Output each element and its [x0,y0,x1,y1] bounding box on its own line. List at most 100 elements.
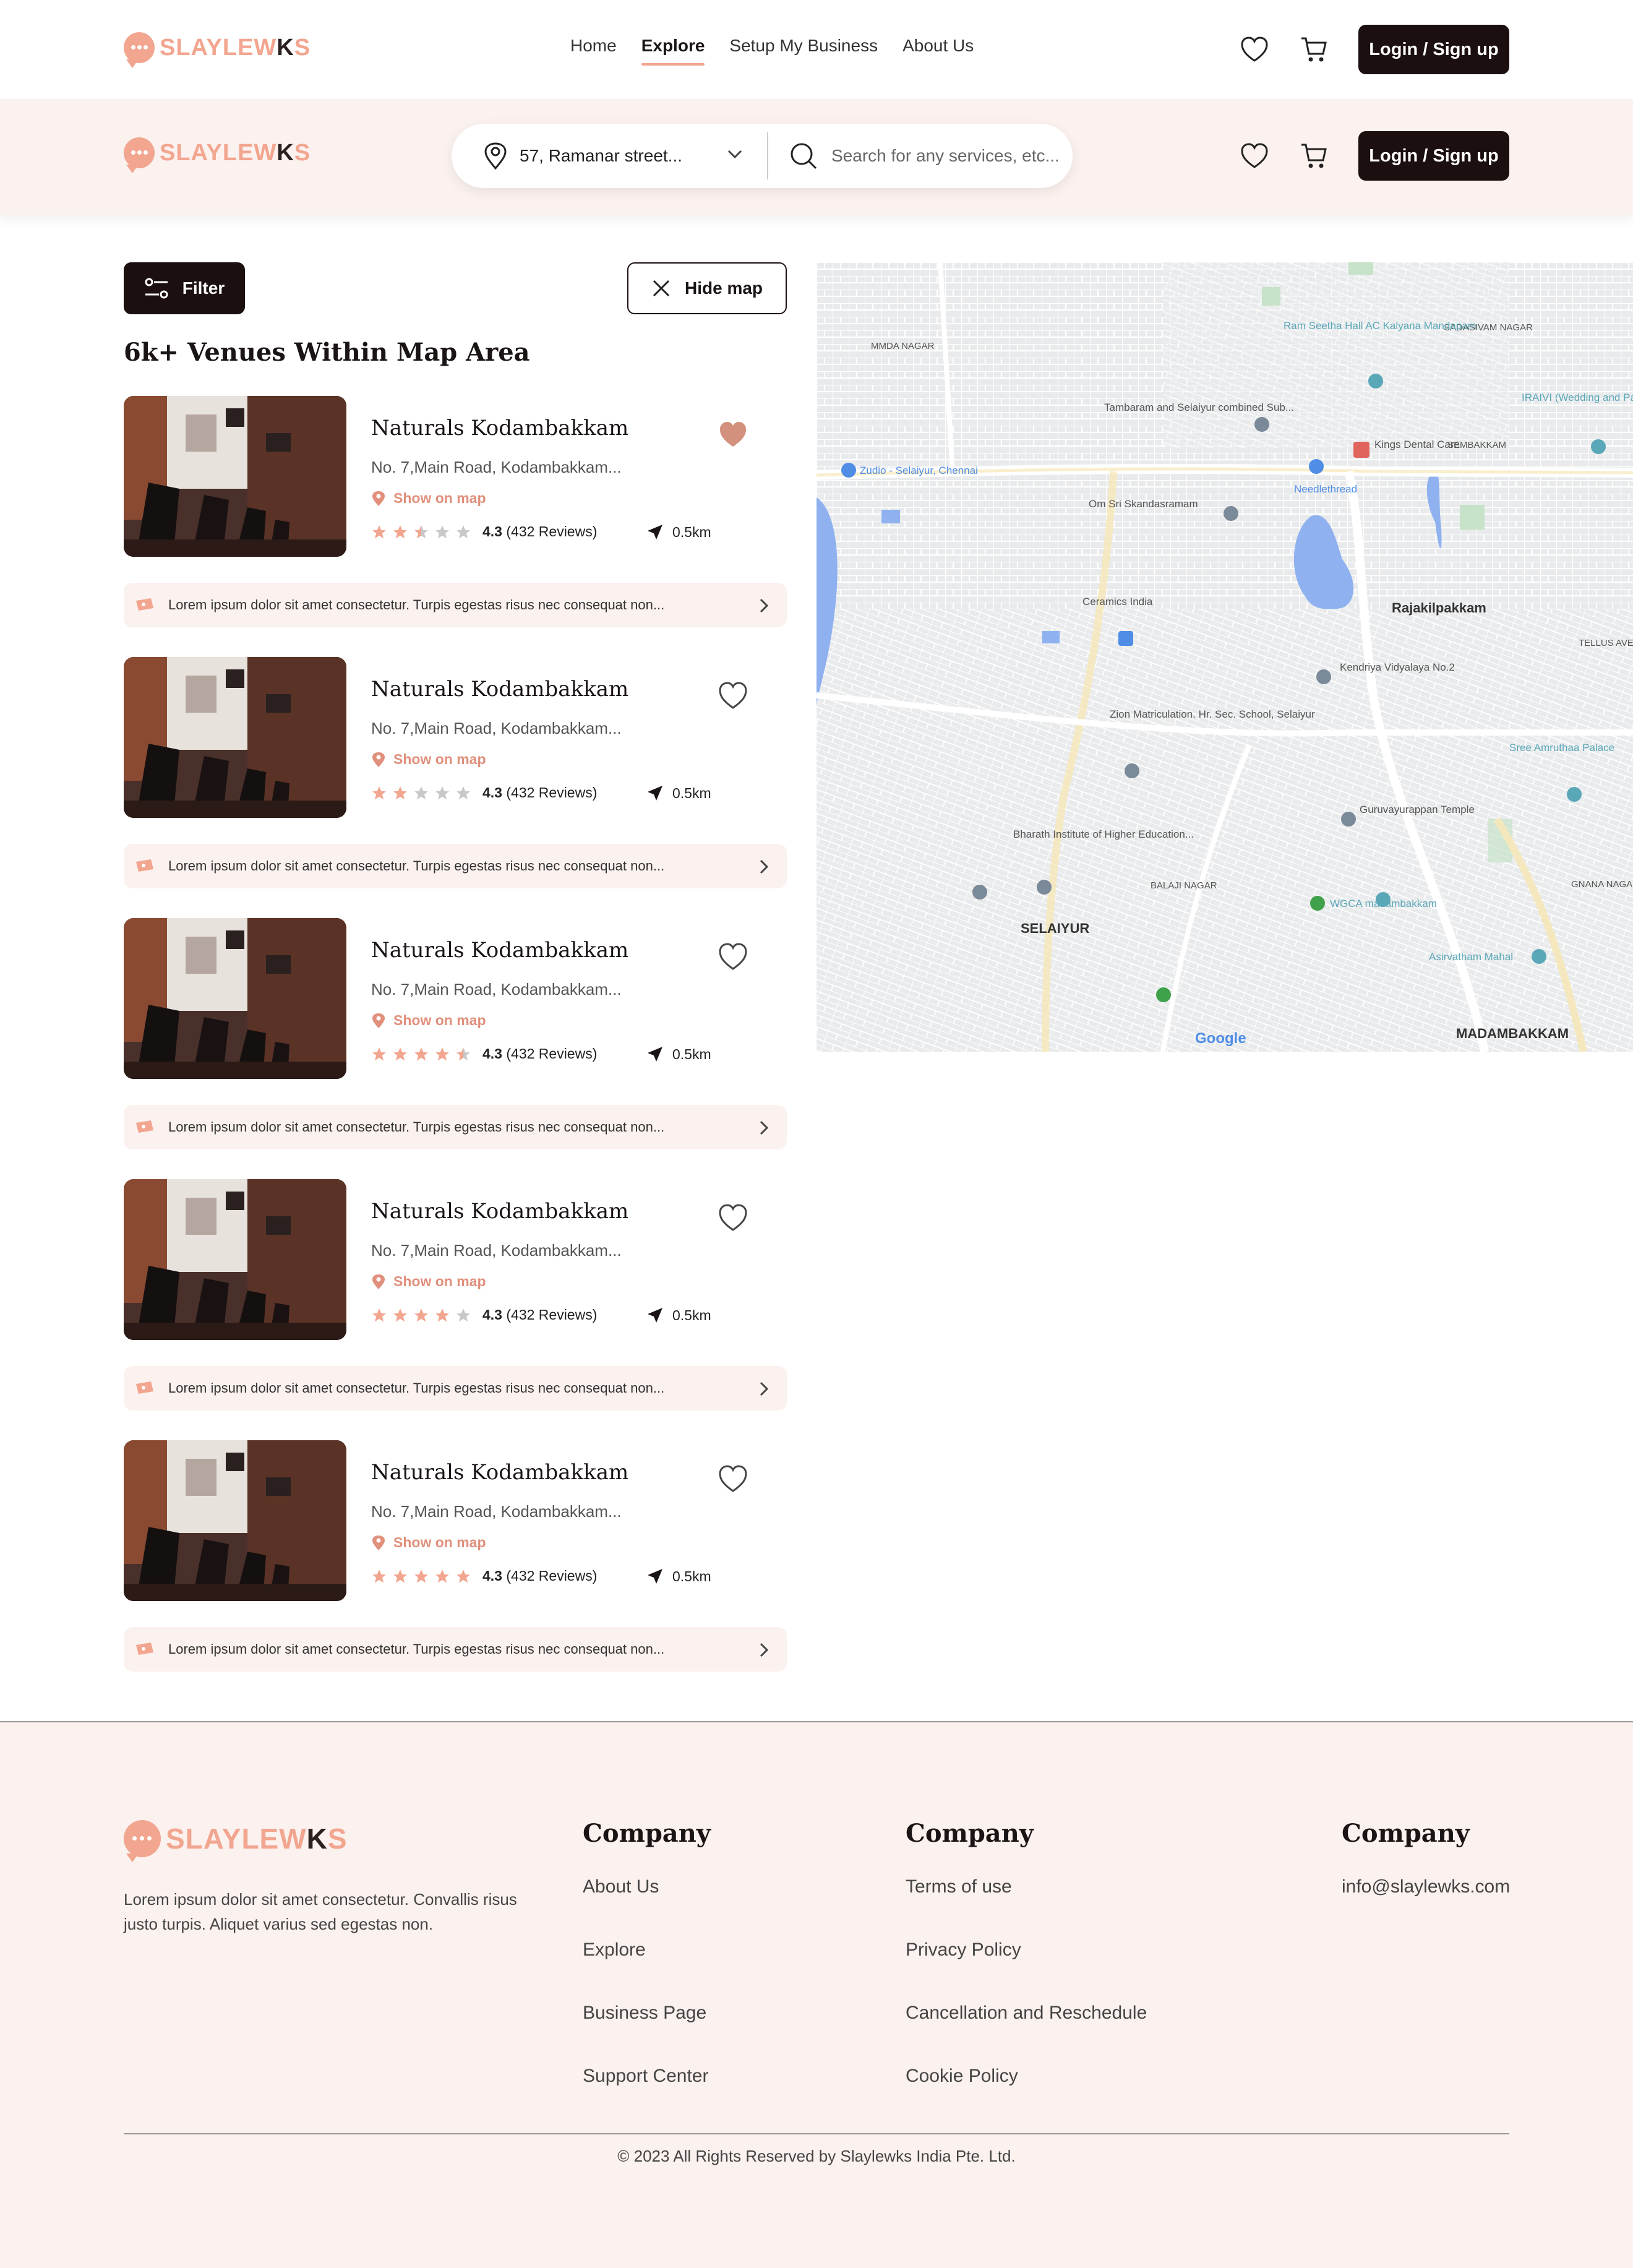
cart-icon[interactable] [1298,33,1330,66]
svg-text:MMDA NAGAR: MMDA NAGAR [871,341,935,351]
site-footer [0,1721,1633,2268]
svg-text:Asirvatham Mahal: Asirvatham Mahal [1429,951,1513,963]
svg-text:Zudio - Selaiyur, Chennai: Zudio - Selaiyur, Chennai [860,465,978,476]
footer-description: Lorem ipsum dolor sit amet consectetur. … [124,1890,517,1933]
venue-offer-banner[interactable]: Lorem ipsum dolor sit amet consectetur. … [124,1105,787,1149]
svg-text:WGCA madambakkam: WGCA madambakkam [1330,898,1437,909]
favorite-heart-icon[interactable] [718,419,748,450]
hide-map-button[interactable]: Hide map [627,262,787,314]
venue-card[interactable]: Naturals Kodambakkam No. 7,Main Road, Kod… [124,918,787,1149]
footer-link-business-page[interactable]: Business Page [583,2003,711,2024]
filter-button[interactable]: Filter [124,262,245,314]
nav-explore[interactable]: Explore [641,36,705,66]
svg-text:GNANA NAGAR: GNANA NAGAR [1571,879,1633,890]
show-on-map-link[interactable]: Show on map [371,1012,486,1029]
star-icon [456,1047,470,1060]
venue-name[interactable]: Naturals Kodambakkam [371,1199,628,1224]
footer-link-support-center[interactable]: Support Center [583,2066,711,2087]
heart-icon[interactable] [1238,140,1271,172]
footer-link-terms[interactable]: Terms of use [906,1876,1147,1897]
star-icon [435,525,449,538]
search-input[interactable]: Search for any services, etc... [768,142,1060,170]
footer-link-about-us[interactable]: About Us [583,1876,711,1897]
nav-setup-business[interactable]: Setup My Business [729,36,878,62]
svg-text:Rajakilpakkam: Rajakilpakkam [1392,600,1486,616]
venue-offer-banner[interactable]: Lorem ipsum dolor sit amet consectetur. … [124,844,787,888]
close-icon [653,280,670,297]
venue-image[interactable] [124,1179,346,1340]
footer-link-cookie[interactable]: Cookie Policy [906,2066,1147,2087]
venue-distance: 0.5km [646,1046,711,1063]
star-icon [372,525,386,538]
navigation-arrow-icon [648,1308,662,1323]
venue-image[interactable] [124,1440,346,1601]
venue-offer-banner[interactable]: Lorem ipsum dolor sit amet consectetur. … [124,1627,787,1672]
venue-offer-banner[interactable]: Lorem ipsum dolor sit amet consectetur. … [124,1366,787,1411]
login-signup-button[interactable]: Login / Sign up [1358,25,1509,74]
show-on-map-link[interactable]: Show on map [371,751,486,768]
svg-text:Needlethread: Needlethread [1294,483,1357,495]
favorite-heart-icon[interactable] [718,942,748,973]
favorite-heart-icon[interactable] [718,681,748,711]
footer-logo[interactable]: SLAYLEWKS [124,1820,348,1862]
brand-logo[interactable]: SLAYLEWKS [124,137,311,173]
venue-card[interactable]: Naturals Kodambakkam No. 7,Main Road, Kod… [124,1179,787,1411]
star-icon [372,1569,386,1583]
location-select[interactable]: 57, Ramanar street... [452,124,767,188]
nav-about-us[interactable]: About Us [902,36,974,62]
brand-logo[interactable]: SLAYLEWKS [124,32,311,68]
location-pin-icon [372,752,385,767]
venue-name[interactable]: Naturals Kodambakkam [371,1460,628,1485]
svg-text:Kings Dental Care: Kings Dental Care [1374,439,1460,450]
svg-text:Tambaram and Selaiyur combined: Tambaram and Selaiyur combined Sub... [1104,402,1294,413]
chevron-right-icon [760,1120,769,1135]
venue-image[interactable] [124,396,346,557]
venue-rating: 4.3 (432 Reviews) [371,523,597,540]
svg-text:Om Sri Skandasramam: Om Sri Skandasramam [1089,498,1198,510]
footer-link-cancellation[interactable]: Cancellation and Reschedule [906,2003,1147,2024]
map-view[interactable]: MMDA NAGAR SADASIVAM NAGAR SEMBAKKAM TEL… [816,262,1633,1052]
venue-name[interactable]: Naturals Kodambakkam [371,677,628,702]
footer-col-company-2: Company Terms of use Privacy Policy Canc… [906,1819,1147,2129]
show-on-map-link[interactable]: Show on map [371,1534,486,1551]
star-icon [456,1569,470,1583]
logo-mark-icon [124,32,155,68]
venue-image[interactable] [124,918,346,1079]
svg-text:Guruvayurappan Temple: Guruvayurappan Temple [1360,804,1475,815]
star-icon [435,1569,449,1583]
venue-card[interactable]: Naturals Kodambakkam No. 7,Main Road, Kod… [124,396,787,627]
heart-icon[interactable] [1238,33,1271,66]
svg-text:Bharath Institute of Higher Ed: Bharath Institute of Higher Education... [1013,828,1194,840]
venue-name[interactable]: Naturals Kodambakkam [371,938,628,963]
venue-distance: 0.5km [646,523,711,541]
show-on-map-link[interactable]: Show on map [371,490,486,507]
venue-card[interactable]: Naturals Kodambakkam No. 7,Main Road, Kod… [124,657,787,888]
review-count: (432 Reviews) [506,784,598,801]
venue-offer-banner[interactable]: Lorem ipsum dolor sit amet consectetur. … [124,583,787,627]
venue-distance: 0.5km [646,1307,711,1324]
favorite-heart-icon[interactable] [718,1203,748,1234]
location-pin-icon [372,491,385,506]
footer-link-explore[interactable]: Explore [583,1939,711,1961]
svg-text:Kendriya Vidyalaya No.2: Kendriya Vidyalaya No.2 [1340,661,1455,673]
star-icon [456,525,470,538]
nav-home[interactable]: Home [570,36,617,62]
top-header: SLAYLEWKS Home Explore Setup My Business… [0,0,1633,99]
rating-value: 4.3 [482,784,502,801]
footer-col-title: Company [1342,1819,1470,1848]
rating-value: 4.3 [482,523,502,539]
venue-card[interactable]: Naturals Kodambakkam No. 7,Main Road, Kod… [124,1440,787,1672]
cart-icon[interactable] [1298,140,1330,172]
favorite-heart-icon[interactable] [718,1464,748,1495]
footer-link-privacy[interactable]: Privacy Policy [906,1939,1147,1961]
login-signup-button[interactable]: Login / Sign up [1358,131,1509,181]
venue-name[interactable]: Naturals Kodambakkam [371,416,628,440]
star-icon [414,1569,428,1583]
review-count: (432 Reviews) [506,1046,598,1062]
search-icon [791,143,817,170]
search-placeholder: Search for any services, etc... [831,146,1060,165]
venue-image[interactable] [124,657,346,818]
show-on-map-link[interactable]: Show on map [371,1273,486,1290]
footer-link-email[interactable]: info@slaylewks.com [1342,1876,1510,1897]
logo-mark-icon [124,137,155,173]
